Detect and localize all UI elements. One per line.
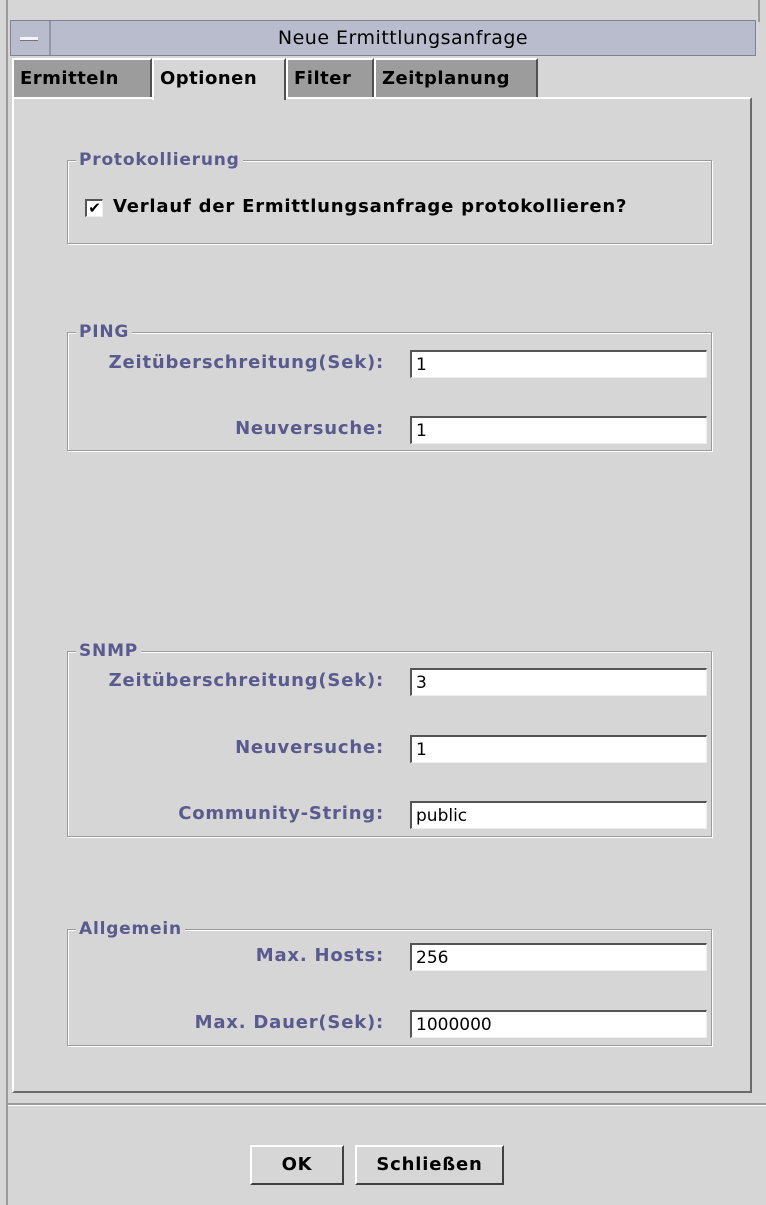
- snmp-group: SNMP Zeitüberschreitung(Sek): Neuversuch…: [67, 639, 712, 837]
- tab-zeitplanung[interactable]: Zeitplanung: [374, 58, 538, 98]
- ping-retries-input[interactable]: [410, 416, 707, 444]
- window-right-edge: [758, 0, 760, 22]
- window-left-edge: [6, 0, 8, 1205]
- button-area-separator: [8, 1103, 766, 1105]
- ping-group: PING Zeitüberschreitung(Sek): Neuversuch…: [67, 320, 712, 451]
- logging-group: Protokollierung ✔ Verlauf der Ermittlung…: [67, 148, 712, 244]
- window-title: Neue Ermittlungsanfrage: [277, 27, 529, 49]
- logging-group-title: Protokollierung: [76, 148, 243, 172]
- options-panel: Protokollierung ✔ Verlauf der Ermittlung…: [12, 97, 752, 1093]
- max-duration-input[interactable]: [410, 1010, 707, 1038]
- tab-optionen[interactable]: Optionen: [152, 58, 286, 100]
- max-hosts-label: Max. Hosts:: [255, 945, 384, 966]
- snmp-timeout-input[interactable]: [410, 668, 707, 696]
- ping-retries-label: Neuversuche:: [235, 418, 384, 439]
- ping-group-title: PING: [76, 320, 133, 344]
- snmp-retries-input[interactable]: [410, 735, 707, 763]
- ping-timeout-input[interactable]: [410, 350, 707, 378]
- snmp-retries-label: Neuversuche:: [235, 737, 384, 758]
- snmp-community-label: Community-String:: [178, 803, 384, 824]
- title-bar[interactable]: Neue Ermittlungsanfrage: [10, 20, 756, 56]
- snmp-community-input[interactable]: [410, 801, 707, 829]
- snmp-group-title: SNMP: [76, 639, 142, 663]
- tab-filter[interactable]: Filter: [286, 58, 374, 98]
- general-group-title: Allgemein: [76, 917, 185, 941]
- ok-button[interactable]: OK: [250, 1145, 344, 1185]
- check-icon: ✔: [88, 199, 101, 217]
- close-button[interactable]: Schließen: [355, 1145, 504, 1185]
- window-menu-icon: [20, 37, 38, 40]
- log-history-label[interactable]: Verlauf der Ermittlungsanfrage protokoll…: [113, 195, 627, 219]
- window-menu-button[interactable]: [11, 21, 51, 55]
- ping-timeout-label: Zeitüberschreitung(Sek):: [108, 352, 384, 373]
- general-group: Allgemein Max. Hosts: Max. Dauer(Sek):: [67, 917, 712, 1046]
- snmp-timeout-label: Zeitüberschreitung(Sek):: [108, 670, 384, 691]
- max-hosts-input[interactable]: [410, 943, 707, 971]
- tab-ermitteln[interactable]: Ermitteln: [12, 58, 152, 98]
- max-duration-label: Max. Dauer(Sek):: [194, 1012, 384, 1033]
- dialog-window: Neue Ermittlungsanfrage Ermitteln Option…: [0, 0, 766, 1205]
- log-history-checkbox[interactable]: ✔: [85, 199, 103, 217]
